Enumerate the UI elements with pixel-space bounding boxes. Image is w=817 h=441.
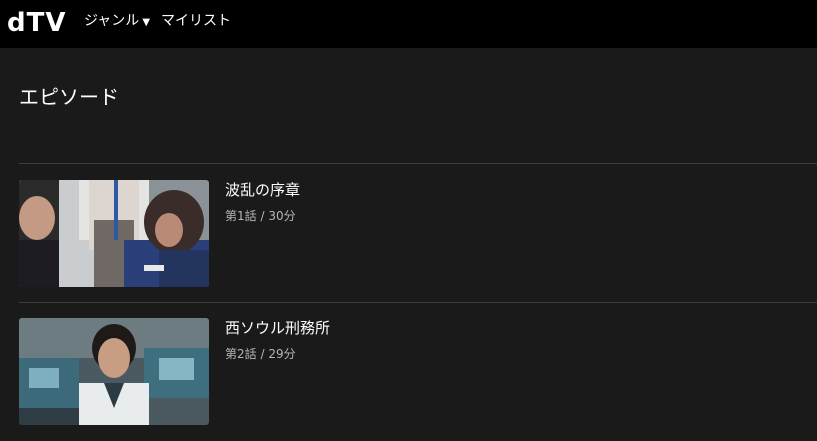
episode-thumbnail[interactable] bbox=[19, 180, 209, 287]
chevron-down-icon: ▼ bbox=[142, 17, 151, 28]
meta-separator: / bbox=[260, 347, 265, 361]
episode-item[interactable]: 西ソウル刑務所 第2話 / 29分 bbox=[19, 318, 817, 426]
episode-thumbnail[interactable] bbox=[19, 318, 209, 425]
episode-number: 第1話 bbox=[225, 209, 257, 223]
section-title: エピソード bbox=[19, 85, 119, 109]
episode-number: 第2話 bbox=[225, 347, 257, 361]
episode-item[interactable]: 波乱の序章 第1話 / 30分 bbox=[19, 180, 817, 288]
episode-meta: 第1話 / 30分 bbox=[225, 208, 296, 224]
nav-genre-label: ジャンル bbox=[84, 13, 140, 29]
top-nav-bar: dTV ジャンル ▼ マイリスト bbox=[0, 0, 817, 48]
nav-genre-menu[interactable]: ジャンル ▼ bbox=[84, 12, 150, 32]
dtv-logo[interactable]: dTV bbox=[7, 6, 66, 40]
episode-meta: 第2話 / 29分 bbox=[225, 346, 296, 362]
episode-duration: 30分 bbox=[268, 209, 296, 223]
episode-title[interactable]: 西ソウル刑務所 bbox=[225, 318, 330, 338]
divider bbox=[19, 302, 817, 303]
nav-mylist-link[interactable]: マイリスト bbox=[161, 12, 231, 30]
meta-separator: / bbox=[260, 209, 265, 223]
divider bbox=[19, 163, 817, 164]
episode-duration: 29分 bbox=[268, 347, 296, 361]
episode-title[interactable]: 波乱の序章 bbox=[225, 180, 300, 200]
